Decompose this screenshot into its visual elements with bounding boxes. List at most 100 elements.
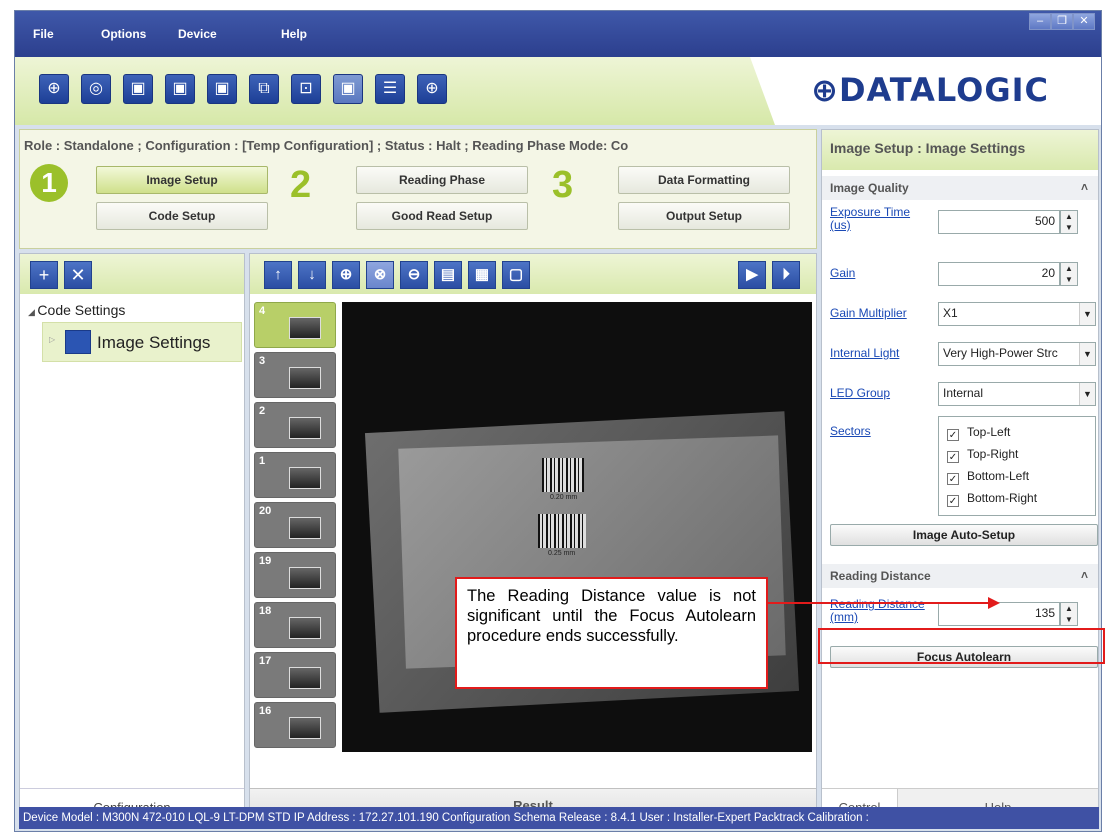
menu-options[interactable]: Options (101, 27, 146, 41)
device-settings-icon[interactable]: ▣ (207, 74, 237, 104)
checkmark-icon: ✓ (947, 429, 959, 441)
thumbnail[interactable]: 19 (254, 552, 336, 598)
menu-file[interactable]: File (33, 27, 54, 41)
zoom-100-icon[interactable]: ⊗ (366, 261, 394, 289)
expand-triangle-icon[interactable]: ▷ (49, 335, 55, 344)
chevron-down-icon[interactable]: ▼ (1079, 303, 1095, 325)
checkbox-label: Bottom-Left (967, 469, 1030, 483)
sectors-label[interactable]: Sectors (830, 424, 871, 438)
thumbnail-image (289, 667, 321, 689)
reading-distance-section[interactable]: Reading Distance ˄ (822, 564, 1098, 588)
callout-connector (768, 602, 990, 604)
export-device-icon[interactable]: ▣ (165, 74, 195, 104)
window-controls: ‒ ❐ ✕ (1029, 13, 1095, 30)
gain-label[interactable]: Gain (830, 266, 855, 280)
sector-bottom-left-checkbox[interactable]: ✓ Bottom-Left (947, 469, 1029, 485)
reading-phase-button[interactable]: Reading Phase (356, 166, 528, 194)
configuration-panel: + ✕ ◢ Code Settings ▷ Image Settings Con… (19, 253, 245, 827)
checkmark-icon: ✓ (947, 473, 959, 485)
gain-multiplier-label[interactable]: Gain Multiplier (830, 306, 907, 320)
status-bar: Device Model : M300N 472-010 LQL-9 LT-DP… (19, 807, 1099, 829)
thumbnail-image (289, 517, 321, 539)
exposure-spinner-icon[interactable]: ▲ ▼ (1060, 210, 1078, 234)
collapse-triangle-icon[interactable]: ◢ (28, 307, 37, 317)
exposure-time-field[interactable]: 500 ▲ ▼ (938, 210, 1078, 234)
connect-icon[interactable]: ⊕ (39, 74, 69, 104)
thumbnail-image (289, 717, 321, 739)
image-history: 4 3 2 1 20 19 18 17 16 (254, 302, 340, 752)
thumbnail[interactable]: 1 (254, 452, 336, 498)
reading-distance-spinner-icon[interactable]: ▲ ▼ (1060, 602, 1078, 626)
reading-distance-value: 135 (1034, 606, 1055, 620)
led-group-label[interactable]: LED Group (830, 386, 890, 400)
zoom-out-icon[interactable]: ⊖ (400, 261, 428, 289)
good-read-setup-button[interactable]: Good Read Setup (356, 202, 528, 230)
thumbnail[interactable]: 2 (254, 402, 336, 448)
delete-item-icon[interactable]: ✕ (64, 261, 92, 289)
exposure-time-label[interactable]: Exposure Time (us) (830, 206, 930, 232)
save-file-icon[interactable]: ⊡ (291, 74, 321, 104)
tree-node-code-settings[interactable]: ◢ Code Settings (28, 302, 125, 318)
open-file-icon[interactable]: ⧉ (249, 74, 279, 104)
sector-bottom-right-checkbox[interactable]: ✓ Bottom-Right (947, 491, 1037, 507)
menu-device[interactable]: Device (178, 27, 217, 41)
code-setup-button[interactable]: Code Setup (96, 202, 268, 230)
save-image-icon[interactable]: ▤ (434, 261, 462, 289)
camera-icon[interactable]: ◎ (81, 74, 111, 104)
thumbnail[interactable]: 16 (254, 702, 336, 748)
internal-light-select[interactable]: Very High-Power Strc ▼ (938, 342, 1096, 366)
barcode-image (538, 514, 586, 548)
chevron-up-icon[interactable]: ˄ (1081, 568, 1088, 582)
add-device-icon[interactable]: ▣ (123, 74, 153, 104)
led-group-select[interactable]: Internal ▼ (938, 382, 1096, 406)
fit-frame-icon[interactable]: ▢ (502, 261, 530, 289)
thumbnail[interactable]: 18 (254, 602, 336, 648)
thumbnail[interactable]: 4 (254, 302, 336, 348)
tree-node-image-settings[interactable]: ▷ Image Settings (42, 322, 242, 362)
thumbnail-index: 16 (259, 705, 272, 717)
data-formatting-button[interactable]: Data Formatting (618, 166, 790, 194)
chevron-down-icon[interactable]: ▼ (1079, 343, 1095, 365)
close-icon[interactable]: ✕ (1073, 13, 1095, 30)
viewer-toolbar: ↑ ↓ ⊕ ⊗ ⊖ ▤ ▦ ▢ ▶ ⏵ (250, 254, 816, 294)
gain-multiplier-select[interactable]: X1 ▼ (938, 302, 1096, 326)
step-forward-icon[interactable]: ⏵ (772, 261, 800, 289)
device-save-icon[interactable]: ▣ (333, 74, 363, 104)
image-settings-panel: Image Setup : Image Settings Image Quali… (821, 129, 1099, 827)
minimize-icon[interactable]: ‒ (1029, 13, 1051, 30)
zoom-in-icon[interactable]: ⊕ (332, 261, 360, 289)
gain-spinner-icon[interactable]: ▲ ▼ (1060, 262, 1078, 286)
thumbnail[interactable]: 20 (254, 502, 336, 548)
image-auto-setup-button[interactable]: Image Auto-Setup (830, 524, 1098, 546)
section-title: Image Quality (830, 181, 909, 195)
gain-field[interactable]: 20 ▲ ▼ (938, 262, 1078, 286)
thumbnail-index: 18 (259, 605, 272, 617)
play-icon[interactable]: ▶ (738, 261, 766, 289)
chevron-up-icon[interactable]: ˄ (1081, 180, 1088, 194)
arrow-up-icon[interactable]: ↑ (264, 261, 292, 289)
led-group-value: Internal (943, 386, 984, 400)
crosshair-icon[interactable]: ⊕ (417, 74, 447, 104)
internal-light-label[interactable]: Internal Light (830, 346, 899, 360)
maximize-icon[interactable]: ❐ (1051, 13, 1073, 30)
toolbar: ⊕ ◎ ▣ ▣ ▣ ⧉ ⊡ ▣ ☰ ⊕ ⊕DATALOGIC (15, 57, 1101, 125)
thumbnail[interactable]: 17 (254, 652, 336, 698)
thumbnail-index: 3 (259, 355, 266, 367)
chevron-down-icon[interactable]: ▼ (1079, 383, 1095, 405)
menu-help[interactable]: Help (281, 27, 307, 41)
thumbnail-image (289, 367, 321, 389)
step-1-badge: 1 (30, 164, 68, 202)
device-list-icon[interactable]: ☰ (375, 74, 405, 104)
arrow-down-icon[interactable]: ↓ (298, 261, 326, 289)
image-quality-section[interactable]: Image Quality ˄ (822, 176, 1098, 200)
thumbnail[interactable]: 3 (254, 352, 336, 398)
sector-top-left-checkbox[interactable]: ✓ Top-Left (947, 425, 1010, 441)
add-item-icon[interactable]: + (30, 261, 58, 289)
checkmark-icon: ✓ (947, 451, 959, 463)
sector-top-right-checkbox[interactable]: ✓ Top-Right (947, 447, 1018, 463)
image-setup-button[interactable]: Image Setup (96, 166, 268, 194)
checkmark-icon: ✓ (947, 495, 959, 507)
grid-icon[interactable]: ▦ (468, 261, 496, 289)
configuration-toolbar: + ✕ (20, 254, 244, 294)
output-setup-button[interactable]: Output Setup (618, 202, 790, 230)
